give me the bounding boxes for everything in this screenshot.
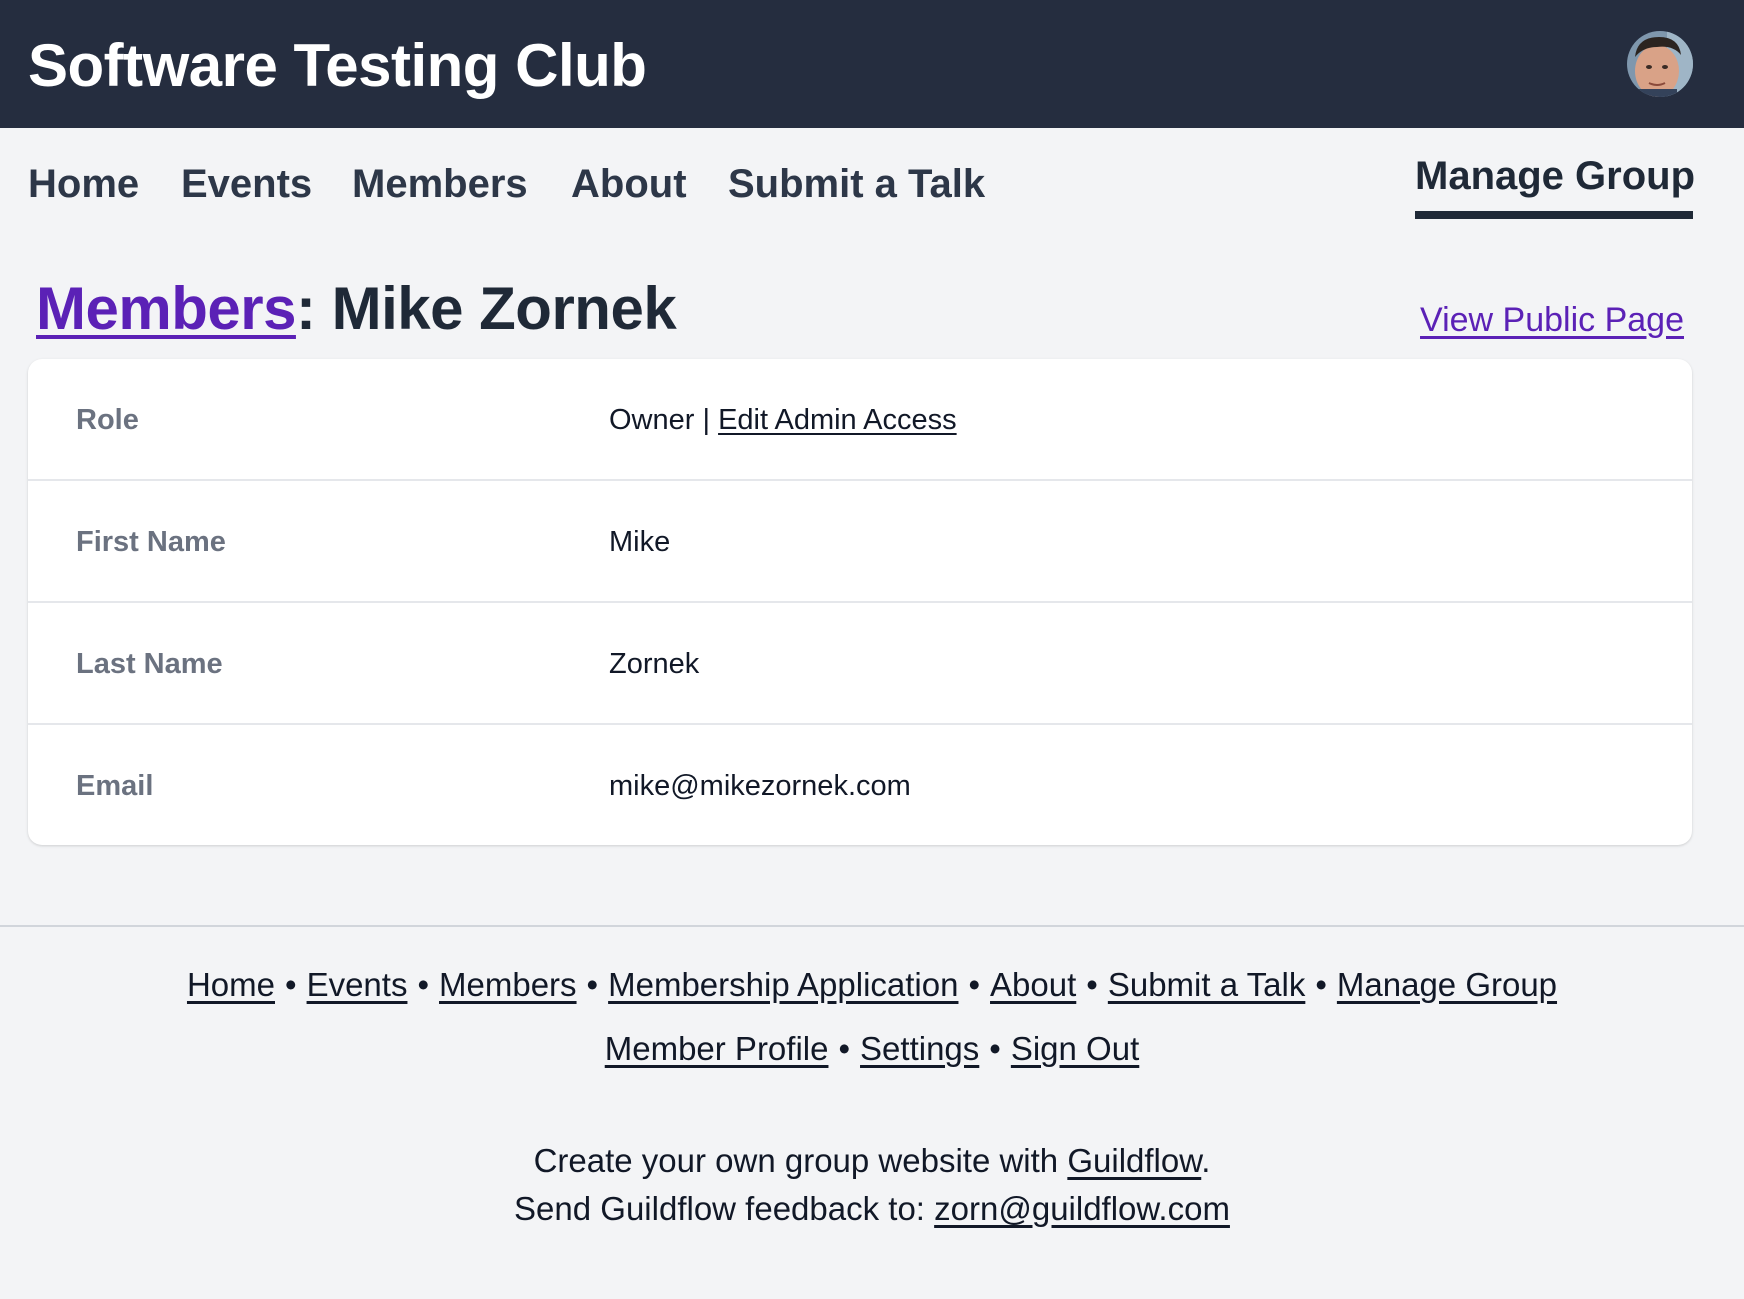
active-tab-indicator bbox=[1415, 211, 1693, 219]
nav-members[interactable]: Members bbox=[352, 158, 528, 210]
last-name-value: Zornek bbox=[609, 648, 700, 680]
footer-link-submit-talk[interactable]: Submit a Talk bbox=[1108, 966, 1305, 1003]
site-title[interactable]: Software Testing Club bbox=[28, 30, 647, 102]
member-name: Mike Zornek bbox=[331, 275, 677, 342]
first-name-value: Mike bbox=[609, 526, 671, 558]
avatar-photo-icon bbox=[1627, 31, 1693, 97]
email-label: Email bbox=[76, 770, 154, 802]
user-avatar[interactable] bbox=[1627, 31, 1693, 97]
role-text: Owner | bbox=[609, 404, 719, 436]
footer-feedback: Send Guildflow feedback to: zorn@guildfl… bbox=[0, 1187, 1744, 1231]
footer-link-members[interactable]: Members bbox=[439, 966, 577, 1003]
feedback-text: Send Guildflow feedback to: bbox=[514, 1190, 935, 1227]
guildflow-link[interactable]: Guildflow bbox=[1067, 1142, 1201, 1179]
footer-divider bbox=[0, 925, 1744, 927]
last-name-label: Last Name bbox=[76, 648, 223, 680]
footer-separator: • bbox=[968, 966, 981, 1003]
detail-row-first-name: First Name Mike bbox=[28, 479, 1692, 601]
nav-submit-talk[interactable]: Submit a Talk bbox=[728, 158, 985, 210]
email-value: mike@mikezornek.com bbox=[609, 770, 911, 802]
nav-manage-group[interactable]: Manage Group bbox=[1415, 150, 1695, 202]
detail-row-role: Role Owner | Edit Admin Access bbox=[28, 359, 1692, 481]
promo-period: . bbox=[1201, 1142, 1211, 1179]
nav-events[interactable]: Events bbox=[181, 158, 312, 210]
footer-links-account: Member Profile • Settings • Sign Out bbox=[0, 1027, 1744, 1071]
footer-separator: • bbox=[1315, 966, 1327, 1003]
footer-separator: • bbox=[1086, 966, 1098, 1003]
footer-link-sign-out[interactable]: Sign Out bbox=[1011, 1030, 1139, 1067]
member-details-card: Role Owner | Edit Admin Access First Nam… bbox=[28, 359, 1692, 845]
footer-link-home[interactable]: Home bbox=[187, 966, 275, 1003]
nav-about[interactable]: About bbox=[571, 158, 687, 210]
site-header: Software Testing Club bbox=[0, 0, 1744, 128]
promo-text: Create your own group website with bbox=[533, 1142, 1068, 1179]
page-title: Members: Mike Zornek bbox=[36, 273, 677, 345]
footer-separator: • bbox=[586, 966, 599, 1003]
footer-link-member-profile[interactable]: Member Profile bbox=[605, 1030, 829, 1067]
footer-link-manage-group[interactable]: Manage Group bbox=[1337, 966, 1557, 1003]
feedback-email-link[interactable]: zorn@guildflow.com bbox=[934, 1190, 1230, 1227]
footer-guildflow-promo: Create your own group website with Guild… bbox=[0, 1139, 1744, 1183]
role-label: Role bbox=[76, 404, 139, 436]
breadcrumb-separator: : bbox=[295, 275, 332, 342]
footer-separator: • bbox=[285, 966, 297, 1003]
footer-separator: • bbox=[838, 1030, 851, 1067]
footer-link-about[interactable]: About bbox=[990, 966, 1076, 1003]
role-value: Owner | Edit Admin Access bbox=[609, 359, 957, 481]
view-public-page-link[interactable]: View Public Page bbox=[1420, 298, 1684, 342]
footer-link-events[interactable]: Events bbox=[307, 966, 408, 1003]
detail-row-email: Email mike@mikezornek.com bbox=[28, 723, 1692, 845]
detail-row-last-name: Last Name Zornek bbox=[28, 601, 1692, 723]
first-name-label: First Name bbox=[76, 526, 226, 558]
breadcrumb-members-link[interactable]: Members bbox=[36, 275, 296, 342]
footer-links-primary: Home • Events • Members • Membership Applicati… bbox=[0, 963, 1744, 1007]
footer-separator: • bbox=[989, 1030, 1001, 1067]
footer-separator: • bbox=[417, 966, 430, 1003]
footer-link-membership-application[interactable]: Membership Application bbox=[608, 966, 958, 1003]
edit-admin-access-link[interactable]: Edit Admin Access bbox=[718, 404, 957, 436]
footer-link-settings[interactable]: Settings bbox=[860, 1030, 979, 1067]
nav-home[interactable]: Home bbox=[28, 158, 139, 210]
